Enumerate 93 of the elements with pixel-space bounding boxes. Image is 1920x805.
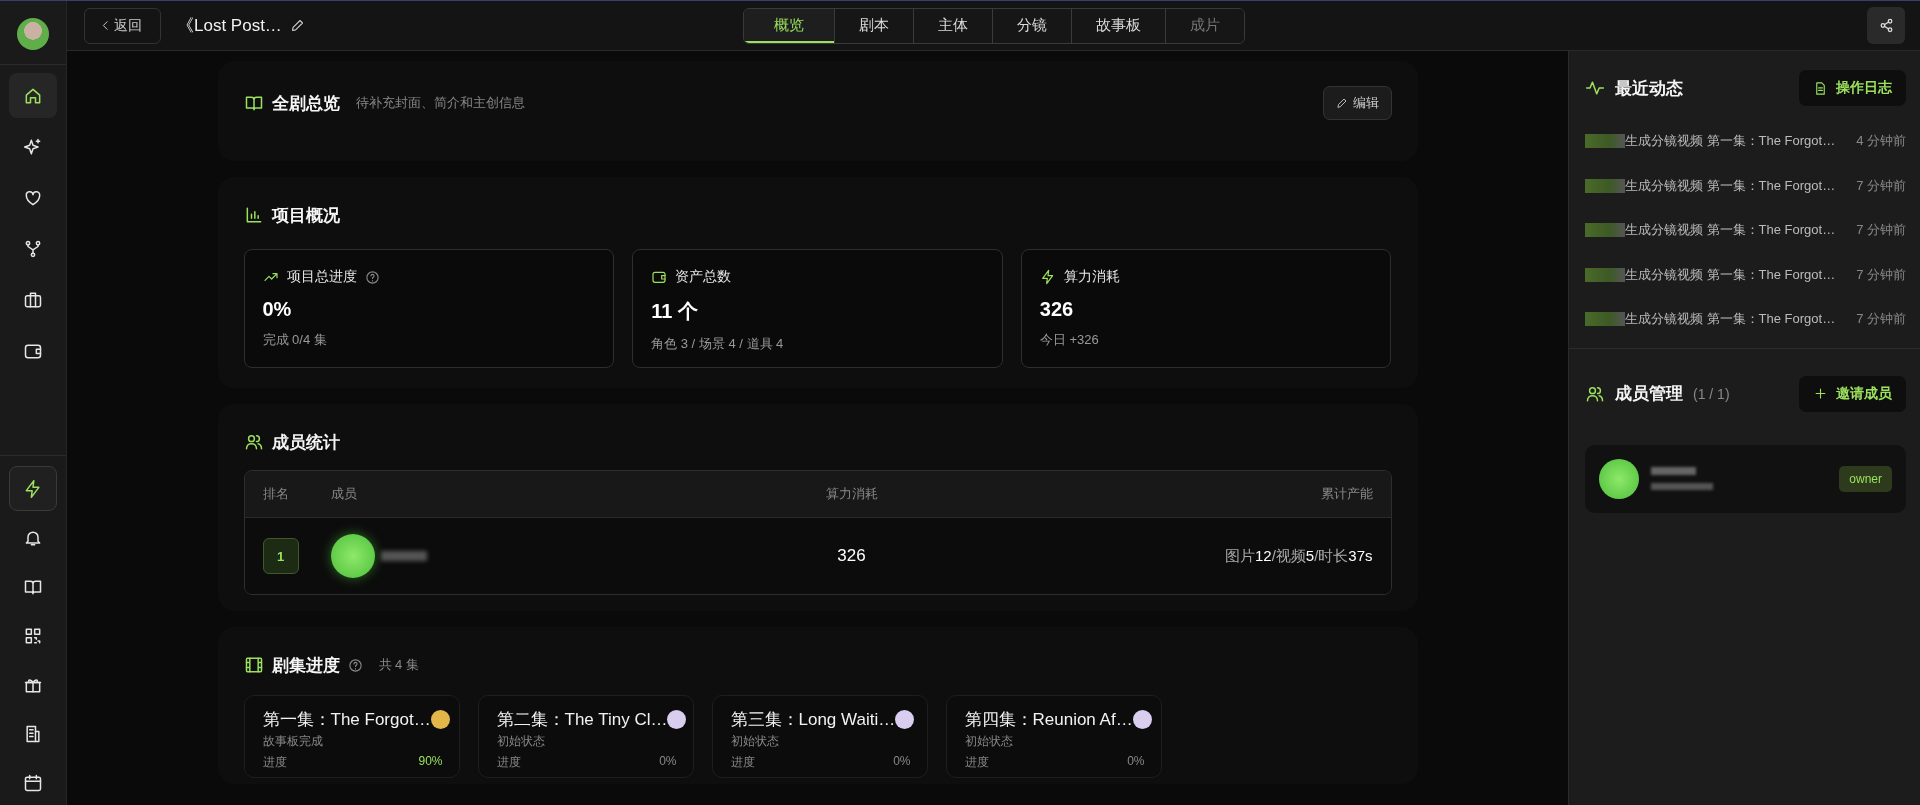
activity-text: 生成分镜视频 第一集：The Forgot… [1625,176,1837,195]
section-title: 剧集进度 [271,654,340,677]
episode-status: 初始状态 [496,733,546,750]
avatar-circle [330,534,375,578]
episode-count: 共 4 集 [378,656,419,674]
activity-text: 生成分镜视频 第一集：The Forgot… [1625,221,1837,240]
wallet-icon [651,269,668,285]
column-header: 累计产能 [1319,485,1373,503]
member-count: (1 / 1) [1693,385,1730,402]
episode-title: 第二集：The Tiny Cl… [496,709,668,731]
stat-value: 326 [1039,298,1075,321]
sidebar-button[interactable] [9,466,57,511]
sidebar-button[interactable] [9,73,57,118]
help-icon[interactable] [364,269,380,285]
redacted-avatar [1585,134,1625,149]
document-icon[interactable] [1813,80,1828,96]
stat-label: 资产总数 [675,268,732,286]
progress-percent: 0% [659,754,677,770]
edit-button[interactable]: 编辑 [1322,86,1392,120]
help-icon[interactable] [347,657,363,673]
episode-card[interactable]: 第四集：Reunion Af… 初始状态 进度 0% [945,695,1162,778]
activity-time: 7 分钟前 [1856,176,1906,195]
stat-value: 0% [262,298,293,321]
share-button[interactable] [1867,7,1905,44]
project-title: 《Lost Post… [177,15,282,37]
episode-status: 初始状态 [964,733,1014,750]
stat-detail: 完成 0/4 集 [262,331,328,349]
progress-percent: 0% [893,754,911,770]
building-icon[interactable] [23,723,43,744]
section-title: 全剧总览 [271,92,340,115]
episode-title: 第一集：The Forgot… [262,709,431,731]
pencil-icon[interactable] [1335,97,1348,109]
branch-icon[interactable] [23,238,43,259]
activity-time: 4 分钟前 [1856,132,1906,151]
section-title: 成员管理 [1615,383,1683,405]
stat-value: 11 个 [651,299,699,324]
episode-card[interactable]: 第三集：Long Waiti… 初始状态 进度 0% [711,695,928,778]
redacted-email [1651,483,1713,490]
section-title: 项目概况 [271,204,340,227]
log-button[interactable]: 操作日志 [1799,70,1906,106]
avatar-icon[interactable] [17,18,49,50]
progress-percent: 90% [418,754,443,770]
plus-icon[interactable] [1813,386,1828,401]
progress-label: 进度 [496,754,521,771]
progress-label: 进度 [964,754,989,771]
redacted-name [380,551,427,561]
episode-card[interactable]: 第一集：The Forgot… 故事板完成 进度 90% [243,695,460,778]
episode-card[interactable]: 第二集：The Tiny Cl… 初始状态 进度 0% [477,695,694,778]
stat-label: 项目总进度 [286,268,357,286]
progress-label: 进度 [730,754,755,771]
stat-detail: 今日 +326 [1039,331,1100,349]
activity-time: 7 分钟前 [1856,265,1906,284]
tab[interactable]: 概览 [743,8,835,43]
lightning-icon[interactable] [23,478,43,499]
overview-hint: 待补充封面、简介和主创信息 [355,94,525,112]
back-button[interactable]: 返回 [84,7,161,44]
activity-time: 7 分钟前 [1856,310,1906,329]
activity-icon [1585,78,1605,98]
redacted-name [1651,467,1696,475]
redacted-avatar [1585,312,1625,327]
activity-text: 生成分镜视频 第一集：The Forgot… [1625,310,1837,329]
table-cell-text: 图片12/视频5/时长37s [1223,546,1373,566]
column-header: 排名 [262,485,290,503]
stat-label: 算力消耗 [1063,268,1120,286]
activity-text: 生成分镜视频 第一集：The Forgot… [1625,265,1837,284]
column-header: 成员 [330,485,358,503]
episode-title: 第三集：Long Waiti… [730,709,896,731]
users-icon [243,432,264,452]
episode-status: 初始状态 [730,733,780,750]
calendar-icon[interactable] [23,772,43,793]
redacted-avatar [1585,223,1625,238]
progress-label: 进度 [262,754,287,771]
invite-button[interactable]: 邀请成员 [1799,375,1906,412]
column-header: 算力消耗 [824,485,879,503]
progress-percent: 0% [1127,754,1145,770]
film-icon [243,655,264,675]
pencil-icon[interactable] [289,18,305,33]
activity-time: 7 分钟前 [1856,221,1906,240]
section-title: 最近动态 [1615,77,1683,100]
table-cell-text: 326 [836,546,867,566]
avatar-circle [1599,458,1639,499]
lightning-icon [1039,269,1056,285]
book-icon [243,93,264,113]
role-badge: owner [1839,465,1892,492]
redacted-avatar [1585,267,1625,282]
redacted-avatar [1585,178,1625,193]
rank-badge: 1 [262,538,299,574]
episode-title: 第四集：Reunion Af… [964,709,1133,731]
episode-status: 故事板完成 [262,733,324,750]
activity-text: 生成分镜视频 第一集：The Forgot… [1625,132,1837,151]
sparkle-icon[interactable] [23,136,43,157]
section-title: 成员统计 [271,431,340,454]
stat-detail: 角色 3 / 场景 4 / 道具 4 [651,335,785,353]
